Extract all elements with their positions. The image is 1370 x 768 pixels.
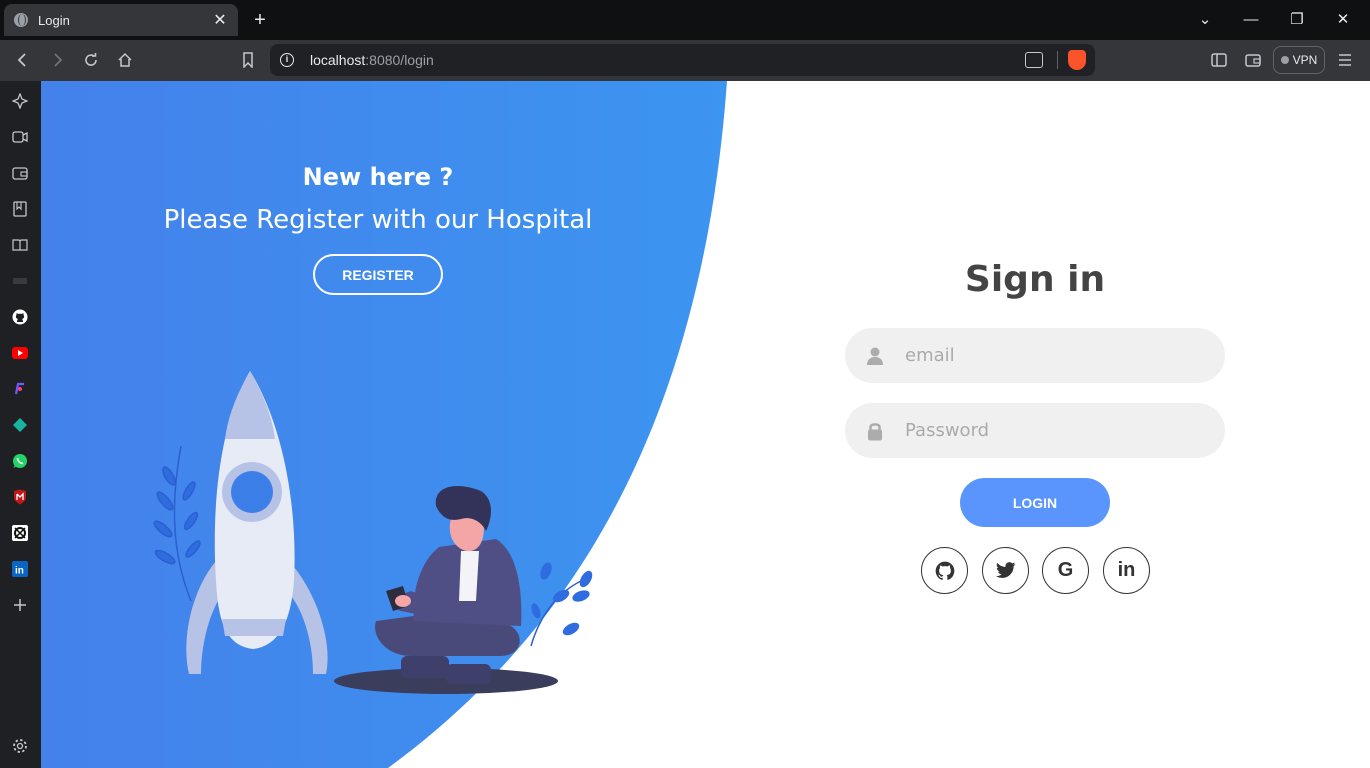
signin-title: Sign in bbox=[964, 259, 1106, 300]
share-icon[interactable] bbox=[1025, 52, 1043, 68]
home-icon[interactable] bbox=[113, 48, 137, 72]
mcafee-icon[interactable] bbox=[11, 488, 29, 506]
linkedin-icon: in bbox=[1117, 559, 1136, 581]
diamond-app-icon[interactable] bbox=[11, 416, 29, 434]
settings-icon[interactable] bbox=[11, 737, 29, 755]
vpn-button[interactable]: VPN bbox=[1273, 46, 1325, 74]
browser-sidebar: in bbox=[0, 81, 41, 768]
google-button[interactable]: G bbox=[1042, 547, 1089, 594]
minimize-button[interactable]: — bbox=[1241, 8, 1261, 32]
tab-title: Login bbox=[38, 12, 70, 28]
reading-list-icon[interactable] bbox=[11, 236, 29, 254]
wallet-icon[interactable] bbox=[1241, 48, 1265, 72]
vpn-label: VPN bbox=[1292, 53, 1318, 67]
tab-strip: Login ✕ + ⌄ — ❐ ✕ bbox=[0, 0, 1370, 40]
wallet-sidebar-icon[interactable] bbox=[11, 164, 29, 182]
vpn-status-icon bbox=[1280, 56, 1289, 64]
back-icon[interactable] bbox=[11, 48, 35, 72]
ext-app-icon[interactable] bbox=[11, 524, 29, 542]
password-field[interactable] bbox=[845, 403, 1225, 458]
close-window-button[interactable]: ✕ bbox=[1333, 8, 1353, 32]
svg-text:in: in bbox=[15, 566, 24, 577]
bookmarks-icon[interactable] bbox=[11, 200, 29, 218]
twitter-button[interactable] bbox=[982, 547, 1029, 594]
google-icon: G bbox=[1057, 559, 1074, 581]
history-icon[interactable] bbox=[11, 272, 29, 290]
restore-button[interactable]: ❐ bbox=[1287, 8, 1307, 32]
lock-icon bbox=[845, 421, 905, 441]
youtube-icon[interactable] bbox=[11, 344, 29, 362]
brave-shields-icon[interactable] bbox=[1068, 50, 1086, 70]
twitter-icon bbox=[995, 562, 1015, 578]
browser-toolbar: i localhost:8080/login VPN bbox=[0, 40, 1370, 81]
github-sidebar-icon[interactable] bbox=[11, 308, 29, 326]
leo-ai-icon[interactable] bbox=[11, 92, 29, 110]
login-page: New here ? Please Register with our Hosp… bbox=[41, 81, 1370, 768]
rocket-person-illustration bbox=[153, 371, 593, 694]
sidebar-toggle-icon[interactable] bbox=[1207, 48, 1231, 72]
github-icon bbox=[935, 561, 954, 580]
address-bar[interactable]: i localhost:8080/login bbox=[270, 44, 1095, 76]
email-field[interactable] bbox=[845, 328, 1225, 383]
bookmark-icon[interactable] bbox=[236, 48, 260, 72]
email-input[interactable] bbox=[905, 328, 1225, 383]
new-tab-button[interactable]: + bbox=[250, 8, 270, 32]
password-input[interactable] bbox=[905, 403, 1225, 458]
whatsapp-icon[interactable] bbox=[11, 452, 29, 470]
menu-icon[interactable] bbox=[1333, 48, 1357, 72]
login-button[interactable]: LOGIN bbox=[960, 478, 1110, 527]
user-icon bbox=[845, 346, 905, 366]
app-icon[interactable] bbox=[11, 380, 29, 398]
reload-icon[interactable] bbox=[79, 48, 103, 72]
url-text[interactable]: localhost:8080/login bbox=[310, 52, 1025, 68]
linkedin-button[interactable]: in bbox=[1103, 547, 1150, 594]
tab-search-icon[interactable]: ⌄ bbox=[1195, 8, 1215, 32]
tab-close-icon[interactable]: ✕ bbox=[212, 10, 228, 30]
github-button[interactable] bbox=[921, 547, 968, 594]
add-panel-icon[interactable] bbox=[11, 596, 29, 614]
linkedin-sidebar-icon[interactable]: in bbox=[11, 560, 29, 578]
site-info-icon[interactable]: i bbox=[280, 53, 294, 67]
talk-icon[interactable] bbox=[11, 128, 29, 146]
globe-icon bbox=[14, 13, 28, 27]
divider bbox=[1057, 51, 1058, 69]
forward-icon[interactable] bbox=[45, 48, 69, 72]
browser-tab[interactable]: Login ✕ bbox=[4, 4, 238, 36]
